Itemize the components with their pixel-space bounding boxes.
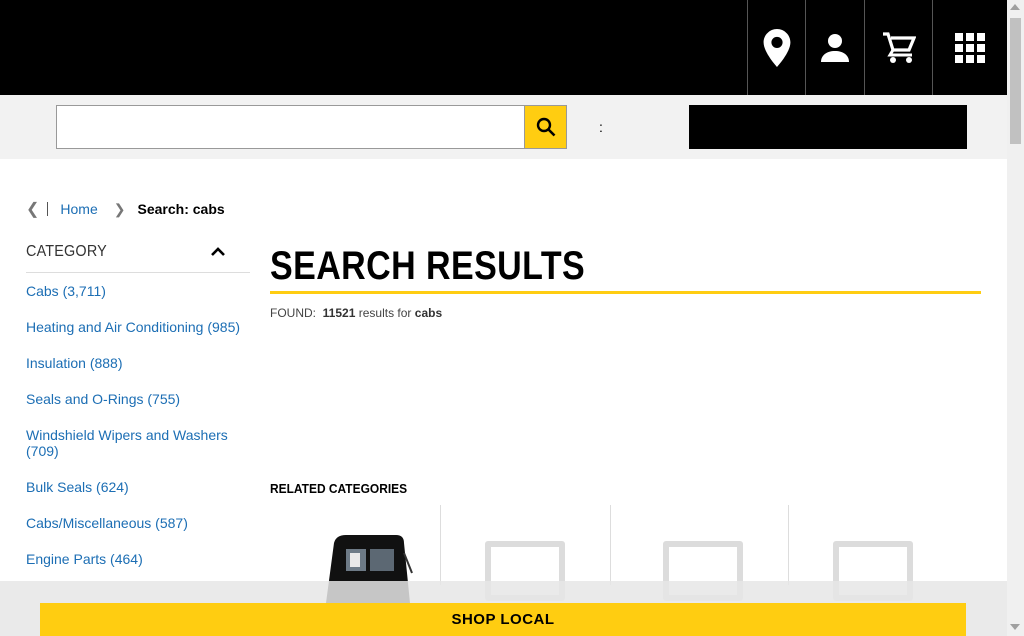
category-item[interactable]: Engine Parts (464): [26, 551, 250, 567]
category-item[interactable]: Heating and Air Conditioning (985): [26, 319, 250, 335]
breadcrumb-home-link[interactable]: Home: [60, 201, 97, 217]
search-icon: [536, 117, 555, 137]
scroll-down-arrow-icon[interactable]: [1010, 624, 1020, 630]
page: : ❮ Home ❯ Search: cabs CATEGORY Cabs (3…: [0, 0, 1024, 636]
category-item[interactable]: Windshield Wipers and Washers (709): [26, 427, 250, 459]
page-title: SEARCH RESULTS: [270, 244, 586, 288]
search-button[interactable]: [524, 105, 567, 149]
found-query: cabs: [414, 306, 443, 320]
category-heading: CATEGORY: [26, 243, 107, 260]
breadcrumb-divider: [47, 202, 49, 216]
category-item[interactable]: Insulation (888): [26, 355, 250, 371]
title-underline: [270, 291, 981, 294]
category-filter-header[interactable]: CATEGORY: [26, 243, 250, 273]
related-category-tile[interactable]: [611, 505, 788, 601]
related-category-tile[interactable]: [270, 505, 440, 603]
back-chevron-icon[interactable]: ❮: [26, 199, 39, 219]
shop-local-button[interactable]: SHOP LOCAL: [40, 603, 966, 636]
account-icon: [821, 33, 849, 62]
related-categories-heading: RELATED CATEGORIES: [270, 481, 408, 496]
header-icon-bar: [747, 0, 1007, 95]
scroll-up-arrow-icon[interactable]: [1010, 4, 1020, 10]
search-bar-band: :: [0, 95, 1007, 159]
found-mid-text: results for: [358, 306, 412, 320]
dealer-select-button[interactable]: [689, 105, 967, 149]
chevron-up-icon[interactable]: [210, 245, 226, 257]
category-item[interactable]: Seals and O-Rings (755): [26, 391, 250, 407]
category-item[interactable]: Bulk Seals (624): [26, 479, 250, 495]
top-header: [0, 0, 1007, 95]
apps-grid-icon: [955, 32, 985, 63]
apps-menu-button[interactable]: [932, 0, 1007, 95]
results-count: FOUND: 11521 results for cabs: [270, 306, 442, 320]
category-item[interactable]: Cabs (3,711): [26, 283, 250, 299]
account-button[interactable]: [805, 0, 864, 95]
breadcrumb: ❮ Home ❯ Search: cabs: [26, 199, 225, 219]
related-category-tile[interactable]: [441, 505, 610, 601]
cart-button[interactable]: [864, 0, 932, 95]
breadcrumb-current: Search: cabs: [137, 201, 225, 217]
related-category-tile[interactable]: [789, 505, 960, 601]
category-item[interactable]: Cabs/Miscellaneous (587): [26, 515, 250, 531]
separator-text: :: [599, 119, 603, 135]
found-count: 11521: [322, 306, 356, 320]
location-pin-icon: [763, 28, 790, 67]
scrollbar-thumb[interactable]: [1010, 18, 1021, 144]
store-locator-button[interactable]: [747, 0, 805, 95]
cart-icon: [882, 31, 916, 63]
chevron-right-icon: ❯: [113, 200, 126, 217]
related-categories-row: [270, 505, 960, 603]
category-list: Cabs (3,711) Heating and Air Conditionin…: [26, 283, 250, 587]
search-input[interactable]: [56, 105, 525, 149]
found-label: FOUND:: [270, 306, 316, 320]
